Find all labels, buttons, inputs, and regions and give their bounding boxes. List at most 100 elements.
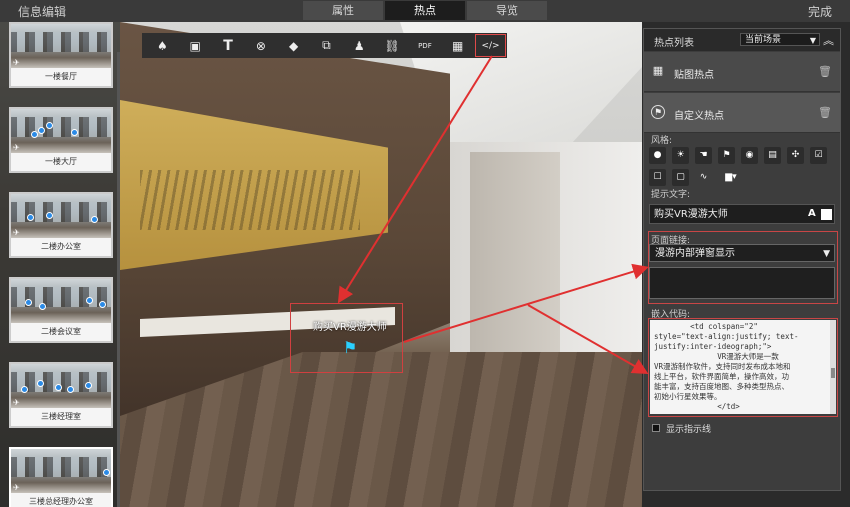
bulb-style-icon[interactable]: ☀: [672, 147, 689, 164]
scene-filter-value: 当前场景: [745, 35, 782, 45]
tab-hotspots[interactable]: 热点: [385, 1, 465, 20]
pdf-icon[interactable]: PDF: [409, 33, 442, 58]
tree-icon[interactable]: ♠: [146, 33, 179, 58]
hotspot-dot-icon: [86, 297, 93, 304]
hotspot-item-label: 自定义热点: [674, 111, 724, 122]
tab-properties[interactable]: 属性: [303, 1, 383, 20]
font-icon[interactable]: A: [808, 208, 816, 219]
embed-code-textarea[interactable]: <td colspan="2" style="text-align:justif…: [650, 320, 830, 414]
show-indicator-label: 显示指示线: [666, 425, 712, 435]
stamp-icon[interactable]: ♟: [343, 33, 376, 58]
scene-label: 二楼会议室: [11, 323, 111, 341]
hotspot-dot-icon: [71, 129, 78, 136]
gallery-icon[interactable]: ▦: [441, 33, 474, 58]
app-title: 信息编辑: [18, 5, 67, 19]
hotspot-item-label: 贴图热点: [674, 70, 714, 81]
trash-icon[interactable]: 🗑: [818, 65, 832, 78]
trash-icon[interactable]: 🗑: [818, 106, 832, 119]
panel-title: 热点列表: [654, 38, 694, 49]
chevron-down-icon: ▼: [823, 249, 830, 259]
hotspot-toolbar: ♠ ▣ T ⊗ ◆ ⧉ ♟ ⛓ PDF ▦ </>: [142, 33, 507, 58]
pin-icon: ✈: [13, 58, 20, 67]
hotspot-item[interactable]: ▦ 贴图热点 🗑: [644, 52, 840, 92]
collapse-icon[interactable]: ︽: [823, 32, 834, 48]
folder-add-icon[interactable]: ▆▾: [717, 169, 745, 186]
top-bar: 信息编辑 属性 热点 导览 完成: [0, 0, 850, 22]
pin-style-icon[interactable]: ◉: [741, 147, 758, 164]
scene-filter-select[interactable]: 当前场景 ▼: [740, 33, 820, 46]
flag-style-icon[interactable]: ⚑: [718, 147, 735, 164]
scene-thumb-image: [11, 24, 111, 72]
hotspot-dot-icon: [55, 384, 62, 391]
hotspot-dot-icon: [46, 122, 53, 129]
scene-thumb-active[interactable]: ✈ 三楼总经理办公室: [9, 447, 113, 507]
scene-label: 一楼大厅: [11, 153, 111, 171]
link-type-select[interactable]: 漫游内部弹窗显示 ▼: [649, 244, 835, 262]
chat-style-icon[interactable]: ☐: [649, 169, 666, 186]
pin-icon: ✈: [13, 398, 20, 407]
hotspot-dot-icon: [38, 127, 45, 134]
hotspot-tip-text: 购买VR漫游大师: [313, 322, 387, 333]
flag-icon: ⚑: [343, 338, 358, 357]
right-door: [470, 152, 560, 352]
hotspot-dot-icon: [99, 301, 106, 308]
hotspot-dot-icon: [31, 131, 38, 138]
hotspot-panel: 热点列表 当前场景 ▼ ︽ ▦ 贴图热点 🗑 ⚑ 自定义热点 🗑 风格: ● ☀…: [643, 28, 841, 491]
scene-label: 一楼餐厅: [11, 68, 111, 86]
grid-style-icon[interactable]: ▤: [764, 147, 781, 164]
link-type-value: 漫游内部弹窗显示: [655, 248, 735, 259]
hand-style-icon[interactable]: ☚: [695, 147, 712, 164]
path-style-icon[interactable]: ∿: [695, 169, 712, 186]
calendar-style-icon[interactable]: ▢: [672, 169, 689, 186]
scene-label: 二楼办公室: [11, 238, 111, 256]
pin-icon: ✈: [13, 143, 20, 152]
scene-thumb[interactable]: 二楼会议室: [9, 277, 113, 343]
circle-style-icon[interactable]: ●: [649, 147, 666, 164]
hotspot-dot-icon: [39, 303, 46, 310]
scene-thumb[interactable]: ✈ 一楼大厅: [9, 107, 113, 173]
check-style-icon[interactable]: ☑: [810, 147, 827, 164]
code-icon[interactable]: </>: [474, 33, 507, 58]
hotspot-dot-icon: [46, 212, 53, 219]
cube-icon[interactable]: ◆: [277, 33, 310, 58]
scene-list: ✈ 一楼餐厅 ✈ 一楼大厅 ✈ 二楼办公室 二楼会议室 ✈ 三楼经理室 ✈ 三楼…: [0, 22, 120, 507]
scene-thumb-image: [11, 449, 111, 497]
scene-label: 三楼经理室: [11, 408, 111, 426]
window-icon[interactable]: ⧉: [310, 33, 343, 58]
pin-icon: ✈: [13, 483, 20, 492]
code-scrollbar[interactable]: [830, 320, 836, 414]
chevron-down-icon: ▼: [809, 36, 816, 45]
hotspot-dot-icon: [91, 216, 98, 223]
done-button[interactable]: 完成: [808, 3, 832, 20]
mode-tabs: 属性 热点 导览: [303, 1, 547, 20]
link-url-input[interactable]: [649, 267, 835, 299]
scene-thumb[interactable]: ✈ 三楼经理室: [9, 362, 113, 428]
link-icon[interactable]: ⛓: [376, 33, 409, 58]
hotspot-item-selected[interactable]: ⚑ 自定义热点 🗑: [644, 93, 840, 133]
hotspot-dot-icon: [103, 469, 110, 476]
video-icon[interactable]: ⊗: [244, 33, 277, 58]
image-icon[interactable]: ▣: [179, 33, 212, 58]
panel-header: 热点列表 当前场景 ▼ ︽: [644, 29, 840, 51]
scene-thumb-image: [11, 109, 111, 157]
tip-label: 提示文字:: [651, 190, 691, 200]
gallery-icon: ▦: [652, 64, 664, 77]
scene-label: 三楼总经理办公室: [11, 493, 111, 507]
scene-thumb[interactable]: ✈ 二楼办公室: [9, 192, 113, 258]
text-icon[interactable]: T: [212, 33, 245, 58]
hotspot-dot-icon: [21, 386, 28, 393]
panorama-viewport[interactable]: ♠ ▣ T ⊗ ◆ ⧉ ♟ ⛓ PDF ▦ </> 购买VR漫游大师 ⚑: [120, 22, 642, 507]
puzzle-style-icon[interactable]: ✣: [787, 147, 804, 164]
color-swatch[interactable]: [821, 209, 832, 220]
custom-hotspot[interactable]: 购买VR漫游大师 ⚑: [290, 303, 403, 373]
tab-guide[interactable]: 导览: [467, 1, 547, 20]
flag-icon: ⚑: [651, 105, 665, 119]
show-indicator-checkbox[interactable]: [652, 424, 660, 432]
hotspot-dot-icon: [25, 299, 32, 306]
pin-icon: ✈: [13, 228, 20, 237]
hotspot-dot-icon: [37, 380, 44, 387]
hotspot-dot-icon: [67, 386, 74, 393]
style-label: 风格:: [651, 136, 673, 146]
scene-thumb[interactable]: ✈ 一楼餐厅: [9, 22, 113, 88]
hotspot-dot-icon: [27, 214, 34, 221]
